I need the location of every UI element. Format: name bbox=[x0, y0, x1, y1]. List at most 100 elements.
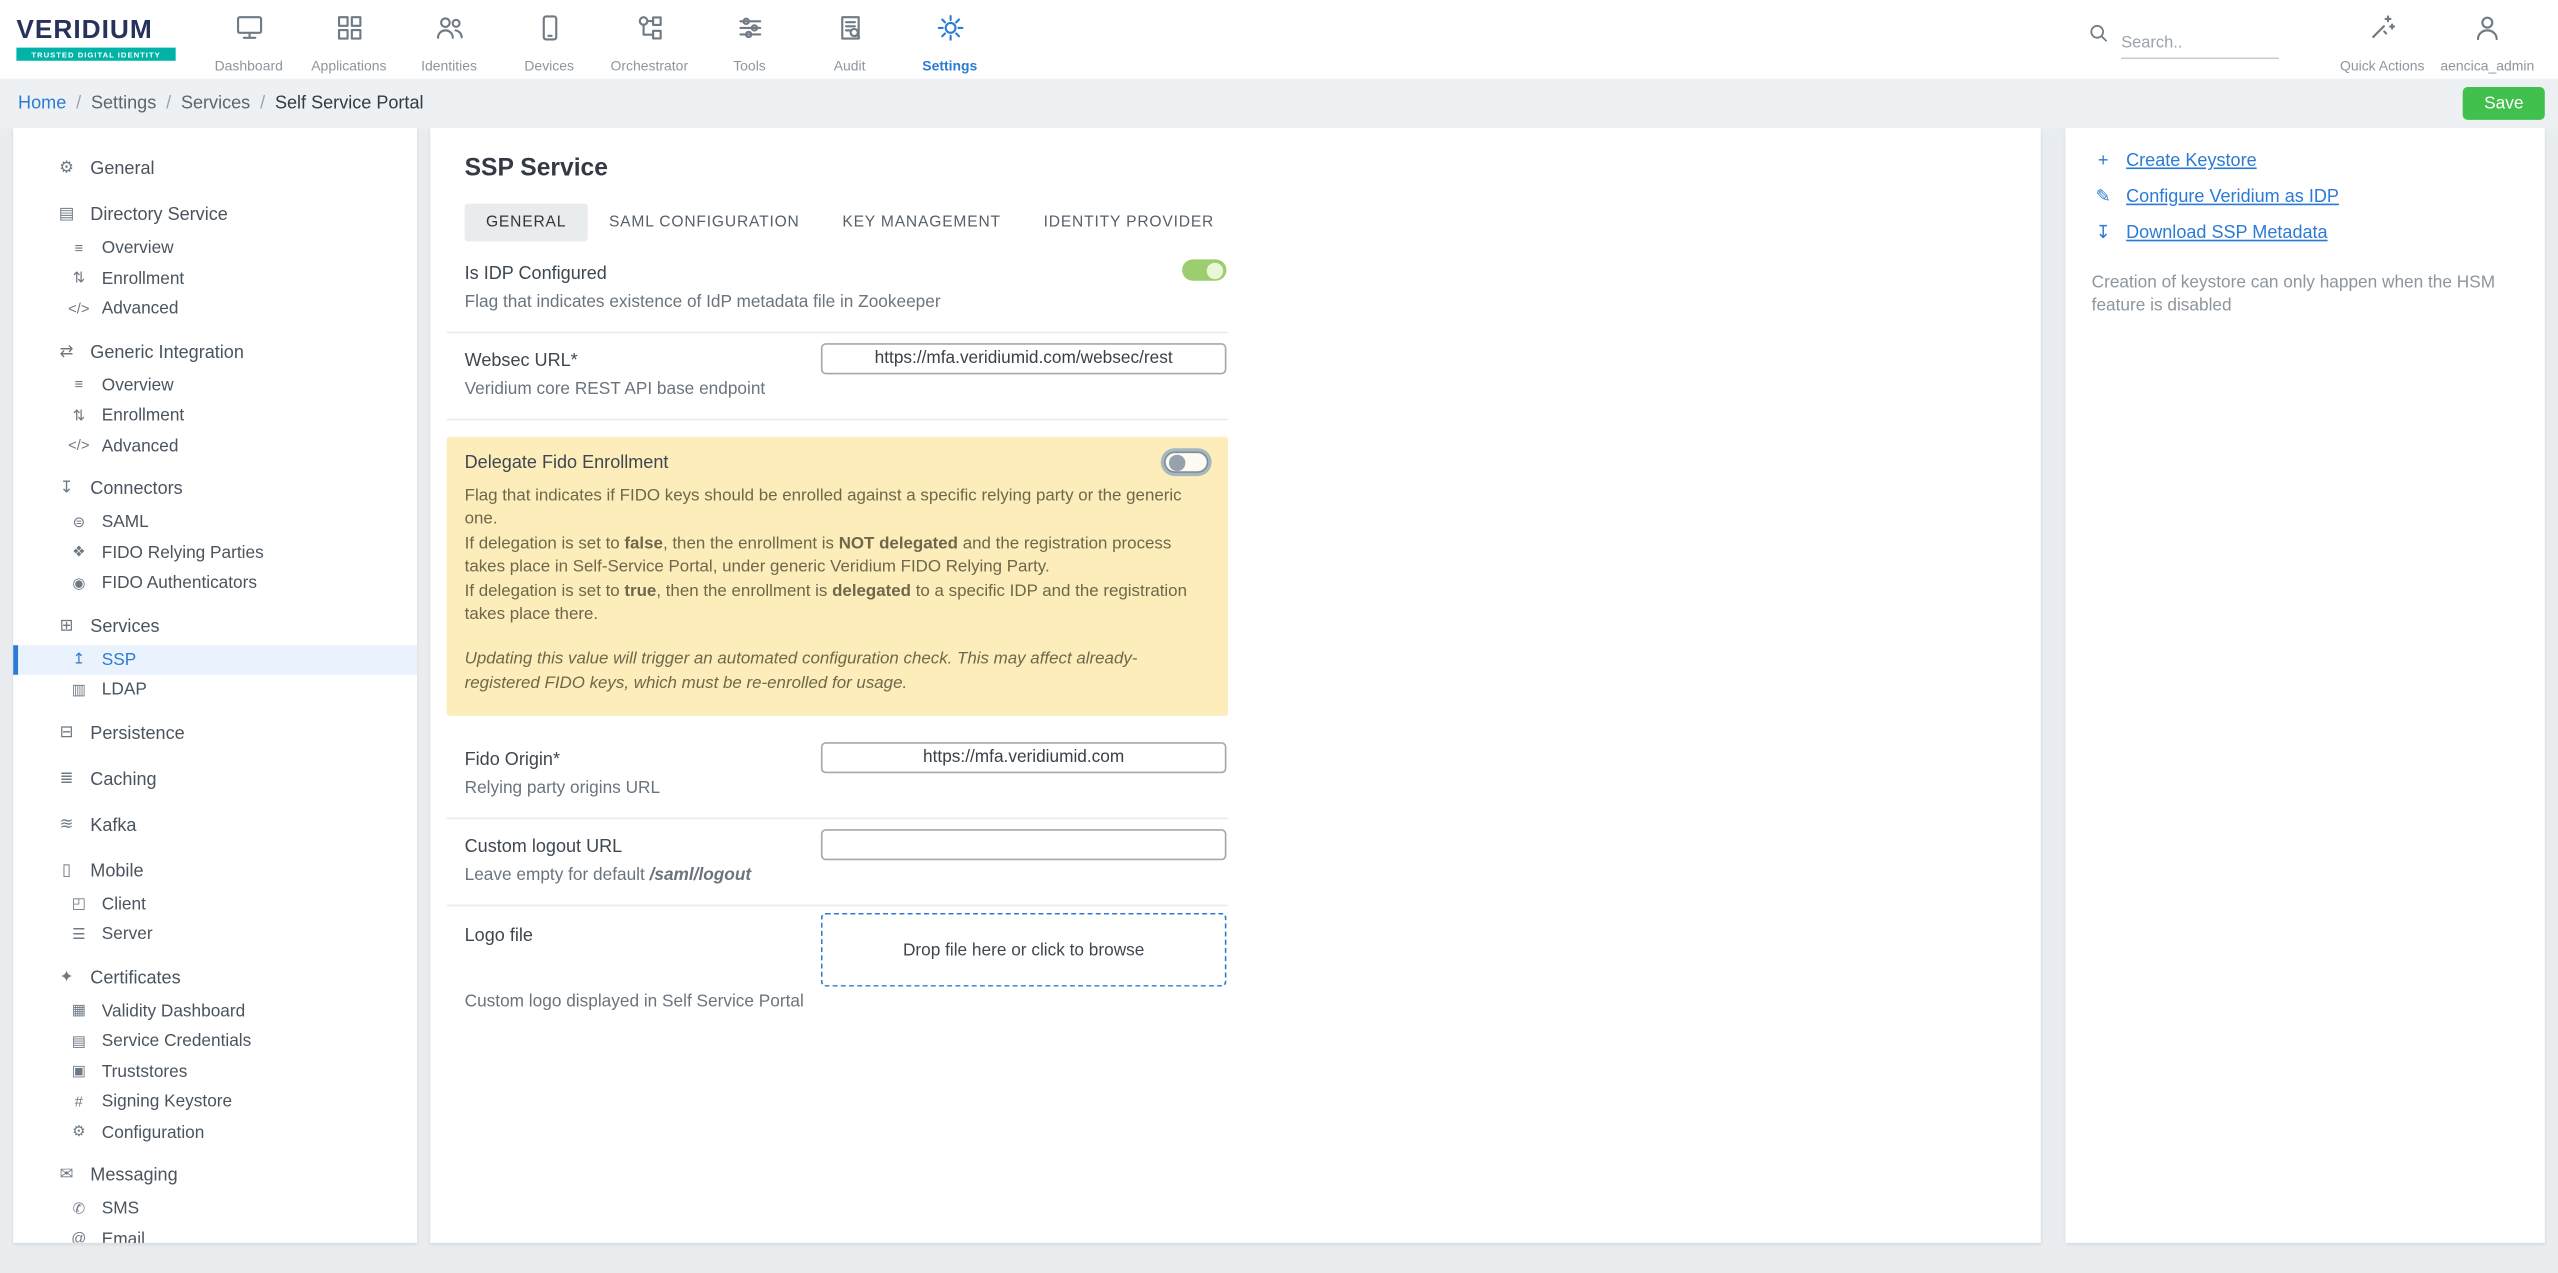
nav-settings[interactable]: Settings bbox=[900, 5, 1000, 74]
nav-dashboard[interactable]: Dashboard bbox=[199, 5, 299, 74]
tab-saml-configuration[interactable]: SAML CONFIGURATION bbox=[588, 204, 821, 242]
sidebar-item-mobile-server[interactable]: ☰ Server bbox=[13, 919, 417, 949]
breadcrumb-current: Self Service Portal bbox=[275, 94, 424, 114]
sidebar-item-label: Connectors bbox=[90, 479, 182, 499]
delegate-fido-toggle[interactable] bbox=[1164, 451, 1208, 472]
sidebar-item-label: SSP bbox=[102, 650, 137, 670]
code-icon: </> bbox=[67, 439, 90, 454]
action-link-label: Configure Veridium as IDP bbox=[2126, 186, 2339, 206]
sidebar-item-generic-integration[interactable]: ⇄ Generic Integration bbox=[13, 334, 417, 370]
sidebar-item-saml[interactable]: ⊜ SAML bbox=[13, 507, 417, 537]
sidebar-item-label: Directory Service bbox=[90, 205, 228, 225]
sidebar-item-services[interactable]: ⊞ Services bbox=[13, 608, 417, 644]
sidebar-item-caching[interactable]: ≣ Caching bbox=[13, 761, 417, 797]
list-icon: ≡ bbox=[67, 378, 90, 393]
fido-origin-input[interactable] bbox=[821, 742, 1227, 773]
sidebar-item-generic-overview[interactable]: ≡ Overview bbox=[13, 370, 417, 400]
sidebar-item-signing-keystore[interactable]: # Signing Keystore bbox=[13, 1087, 417, 1117]
sidebar-item-truststores[interactable]: ▣ Truststores bbox=[13, 1056, 417, 1086]
search-box bbox=[2087, 21, 2279, 59]
logo-file-dropzone[interactable]: Drop file here or click to browse bbox=[821, 913, 1227, 987]
sidebar-item-generic-advanced[interactable]: </> Advanced bbox=[13, 431, 417, 461]
keystore-hsm-note: Creation of keystore can only happen whe… bbox=[2092, 271, 2502, 318]
sidebar-item-fido-relying-parties[interactable]: ❖ FIDO Relying Parties bbox=[13, 538, 417, 568]
nav-audit[interactable]: Audit bbox=[800, 5, 900, 74]
veridium-logo[interactable]: VERIDIUM TRUSTED DIGITAL IDENTITY bbox=[16, 18, 175, 61]
tab-identity-provider[interactable]: IDENTITY PROVIDER bbox=[1022, 204, 1235, 242]
save-button[interactable]: Save bbox=[2463, 87, 2545, 120]
breadcrumb-services[interactable]: Services bbox=[181, 94, 250, 114]
quick-actions-button[interactable]: Quick Actions bbox=[2335, 5, 2430, 74]
nav-tools[interactable]: Tools bbox=[699, 5, 799, 74]
sidebar-item-directory-enrollment[interactable]: ⇅ Enrollment bbox=[13, 264, 417, 294]
configure-veridium-as-idp-link[interactable]: ✎ Configure Veridium as IDP bbox=[2092, 186, 2519, 207]
tab-key-management[interactable]: KEY MANAGEMENT bbox=[821, 204, 1022, 242]
sidebar-item-connectors[interactable]: ↧ Connectors bbox=[13, 471, 417, 507]
sidebar-item-label: Email bbox=[102, 1229, 145, 1243]
configure-icon: ✎ bbox=[2092, 186, 2115, 207]
sidebar-item-generic-enrollment[interactable]: ⇅ Enrollment bbox=[13, 401, 417, 431]
field-description: Relying party origins URL bbox=[465, 779, 1023, 799]
tab-general[interactable]: GENERAL bbox=[465, 204, 588, 242]
sidebar-item-mobile-client[interactable]: ◰ Client bbox=[13, 889, 417, 919]
sidebar-item-label: SMS bbox=[102, 1199, 139, 1219]
primary-nav: Dashboard Applications Identities Device… bbox=[199, 5, 1000, 74]
sort-arrows-icon: ⇅ bbox=[67, 271, 90, 286]
stream-icon: ≋ bbox=[54, 817, 79, 833]
field-fido-origin: Fido Origin* Relying party origins URL bbox=[447, 733, 1228, 820]
devices-icon bbox=[533, 11, 566, 52]
sidebar-item-configuration[interactable]: ⚙ Configuration bbox=[13, 1117, 417, 1147]
breadcrumb-bar: Home / Settings / Services / Self Servic… bbox=[0, 79, 2558, 128]
sidebar-item-validity-dashboard[interactable]: ▦ Validity Dashboard bbox=[13, 996, 417, 1026]
nav-label: Orchestrator bbox=[611, 57, 689, 73]
tools-icon bbox=[733, 11, 766, 52]
sidebar-item-service-credentials[interactable]: ▤ Service Credentials bbox=[13, 1026, 417, 1056]
breadcrumb-home[interactable]: Home bbox=[18, 94, 66, 114]
sidebar-item-label: Advanced bbox=[102, 436, 179, 456]
nav-devices[interactable]: Devices bbox=[499, 5, 599, 74]
at-icon: @ bbox=[67, 1232, 90, 1243]
sidebar-item-mobile[interactable]: ▯ Mobile bbox=[13, 853, 417, 889]
wrench-icon: ⚙ bbox=[67, 1125, 90, 1140]
code-icon: </> bbox=[67, 302, 90, 317]
breadcrumb-settings[interactable]: Settings bbox=[91, 94, 156, 114]
nav-identities[interactable]: Identities bbox=[399, 5, 499, 74]
sidebar-item-ssp[interactable]: ↥ SSP bbox=[13, 644, 417, 674]
sidebar-item-directory-advanced[interactable]: </> Advanced bbox=[13, 294, 417, 324]
field-description: Flag that indicates existence of IdP met… bbox=[465, 292, 1023, 312]
is-idp-configured-toggle[interactable] bbox=[1182, 259, 1226, 280]
sidebar-item-general[interactable]: ⚙ General bbox=[13, 151, 417, 187]
sidebar-item-persistence[interactable]: ⊟ Persistence bbox=[13, 715, 417, 751]
sidebar-item-fido-authenticators[interactable]: ◉ FIDO Authenticators bbox=[13, 568, 417, 598]
topbar-right: Quick Actions aencica_admin bbox=[2087, 0, 2545, 79]
sliders-icon: ⚙ bbox=[54, 161, 79, 177]
nav-applications[interactable]: Applications bbox=[299, 5, 399, 74]
veridium-admin-app: VERIDIUM TRUSTED DIGITAL IDENTITY Dashbo… bbox=[0, 0, 2558, 1273]
keystore-icon: # bbox=[67, 1095, 90, 1110]
user-menu[interactable]: aencica_admin bbox=[2430, 5, 2545, 74]
search-input[interactable] bbox=[2121, 30, 2279, 58]
field-description: Veridium core REST API base endpoint bbox=[465, 379, 1023, 399]
certificate-icon: ✦ bbox=[54, 969, 79, 985]
sidebar-item-label: Mobile bbox=[90, 861, 143, 881]
delegate-description-line: Flag that indicates if FIDO keys should … bbox=[465, 486, 1207, 533]
sidebar-item-email[interactable]: @ Email bbox=[13, 1224, 417, 1243]
grid-icon: ⊞ bbox=[54, 618, 79, 634]
download-ssp-metadata-link[interactable]: ↧ Download SSP Metadata bbox=[2092, 222, 2519, 243]
ssp-general-form: Is IDP Configured Flag that indicates ex… bbox=[447, 246, 1228, 1031]
browser-icon: ❖ bbox=[67, 545, 90, 560]
create-keystore-link[interactable]: + Create Keystore bbox=[2092, 151, 2519, 171]
nav-orchestrator[interactable]: Orchestrator bbox=[599, 5, 699, 74]
toggle-knob bbox=[1207, 262, 1223, 278]
sidebar-item-sms[interactable]: ✆ SMS bbox=[13, 1194, 417, 1224]
sidebar-item-ldap[interactable]: ▥ LDAP bbox=[13, 675, 417, 705]
custom-logout-url-input[interactable] bbox=[821, 829, 1227, 860]
action-link-label: Download SSP Metadata bbox=[2126, 222, 2327, 242]
sidebar-item-kafka[interactable]: ≋ Kafka bbox=[13, 807, 417, 843]
sidebar-item-certificates[interactable]: ✦ Certificates bbox=[13, 960, 417, 996]
sidebar-item-directory-service[interactable]: ▤ Directory Service bbox=[13, 197, 417, 233]
websec-url-input[interactable] bbox=[821, 342, 1227, 373]
breadcrumb-separator: / bbox=[260, 94, 265, 114]
sidebar-item-messaging[interactable]: ✉ Messaging bbox=[13, 1157, 417, 1193]
sidebar-item-directory-overview[interactable]: ≡ Overview bbox=[13, 233, 417, 263]
